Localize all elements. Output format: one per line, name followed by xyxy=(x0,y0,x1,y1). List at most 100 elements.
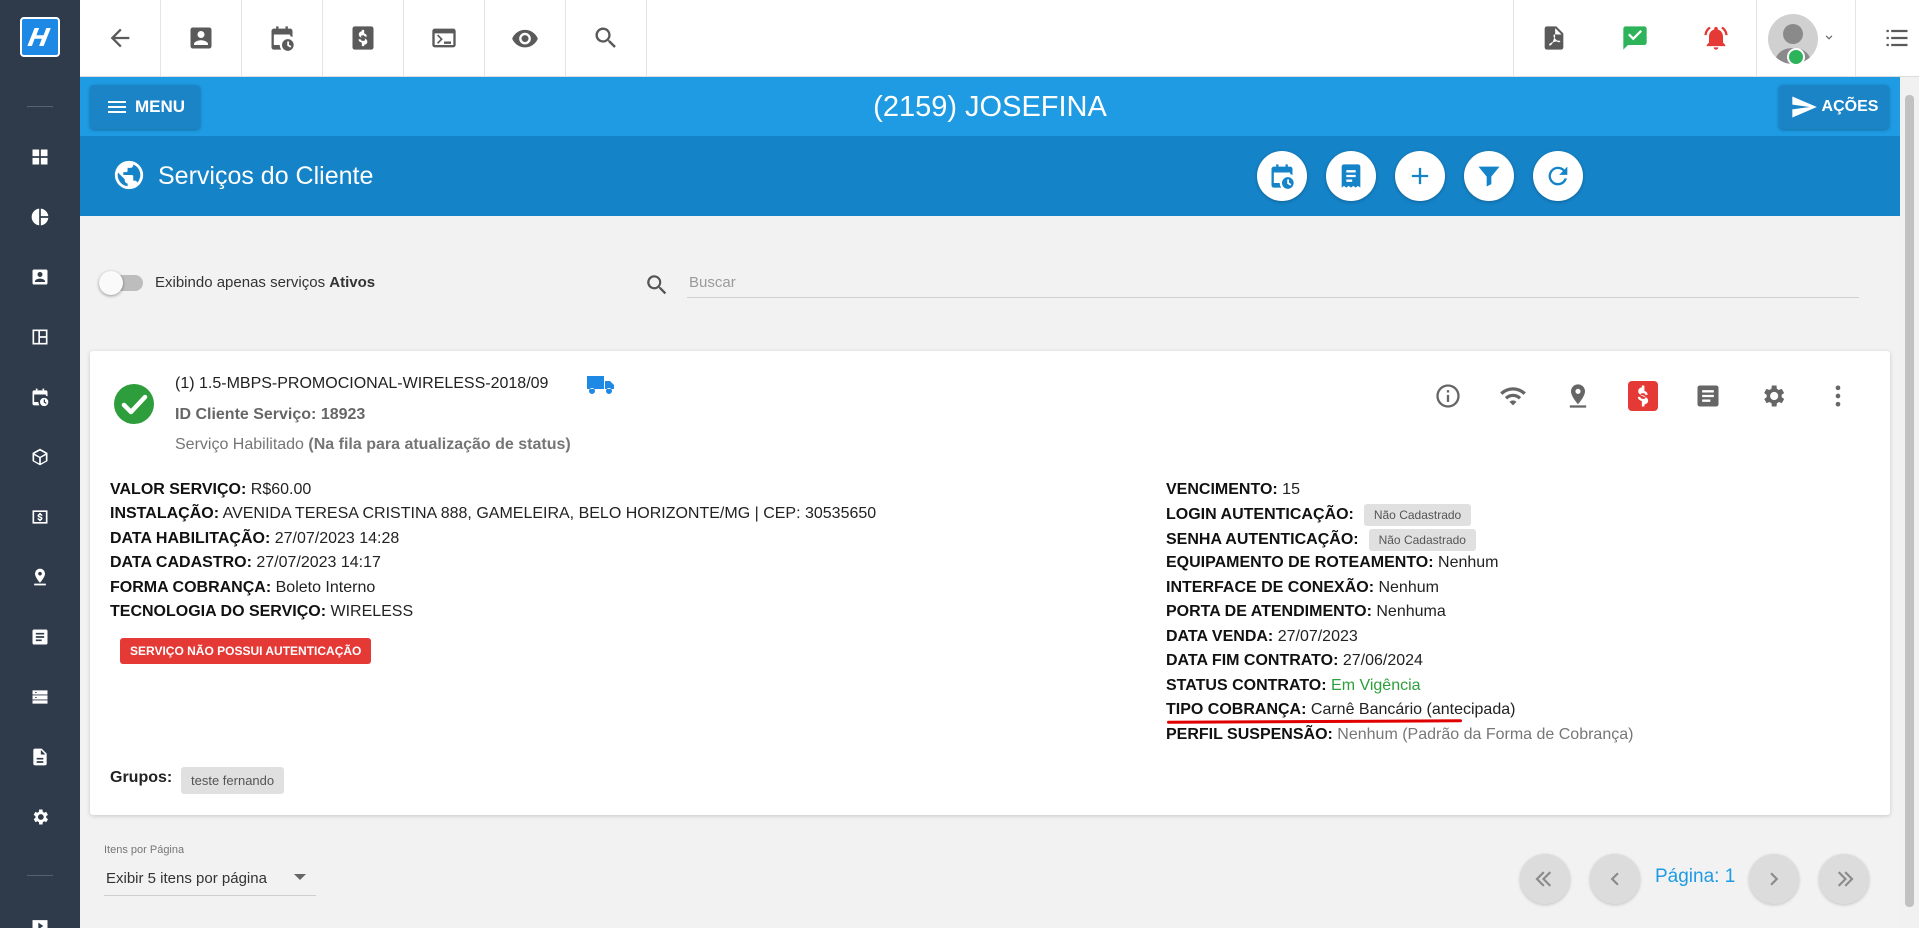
schedule-action-button[interactable] xyxy=(1257,151,1307,201)
wifi-icon xyxy=(1500,387,1526,406)
items-per-page-select[interactable]: Exibir 5 itens por página xyxy=(104,864,316,896)
sidebar-money-icon[interactable] xyxy=(30,507,50,527)
no-authentication-badge: SERVIÇO NÃO POSSUI AUTENTICAÇÃO xyxy=(120,638,372,664)
service-card: (1) 1.5-MBPS-PROMOCIONAL-WIRELESS-2018/0… xyxy=(90,351,1890,815)
sidebar-document-icon[interactable] xyxy=(30,627,50,647)
refresh-button[interactable] xyxy=(1533,151,1583,201)
view-button[interactable] xyxy=(485,0,566,76)
field-vencimento: VENCIMENTO: 15 xyxy=(1166,481,1300,498)
refresh-icon xyxy=(1548,166,1568,186)
location-icon xyxy=(1569,384,1587,408)
toggle-label: Exibindo apenas serviços Ativos xyxy=(155,274,376,291)
sidebar-schedule-icon[interactable] xyxy=(30,387,50,407)
search-input[interactable] xyxy=(687,268,1859,298)
location-button[interactable] xyxy=(1563,381,1593,411)
settings-button[interactable] xyxy=(1758,381,1788,411)
schedule-button[interactable] xyxy=(242,0,323,76)
document-icon xyxy=(1697,385,1719,407)
field-data-cadastro: DATA CADASTRO: 27/07/2023 14:17 xyxy=(110,554,381,571)
chevron-down-icon[interactable] xyxy=(1822,30,1836,44)
first-page-button[interactable] xyxy=(1520,854,1570,904)
not-registered-badge: Não Cadastrado xyxy=(1368,529,1476,551)
gear-icon xyxy=(1764,385,1785,407)
sidebar-video-icon[interactable] xyxy=(30,916,50,928)
pdf-icon xyxy=(1544,26,1564,50)
dollar-icon xyxy=(352,26,374,50)
add-service-button[interactable] xyxy=(1395,151,1445,201)
field-login-autenticacao: LOGIN AUTENTICAÇÃO: Não Cadastrado xyxy=(1166,504,1472,526)
send-icon xyxy=(1791,96,1817,118)
field-data-venda: DATA VENDA: 27/07/2023 xyxy=(1166,628,1358,645)
contact-button[interactable] xyxy=(161,0,242,76)
toggle-knob[interactable] xyxy=(99,271,123,295)
not-registered-badge: Não Cadastrado xyxy=(1363,504,1472,526)
list-icon xyxy=(1886,29,1907,47)
dropdown-caret-icon[interactable] xyxy=(294,874,306,880)
info-button[interactable] xyxy=(1433,381,1463,411)
actions-label: AÇÕES xyxy=(1821,98,1879,115)
vertical-scrollbar[interactable] xyxy=(1900,77,1919,928)
search-icon xyxy=(644,272,670,298)
search-button[interactable] xyxy=(566,0,647,76)
field-equipamento-roteamento: EQUIPAMENTO DE ROTEAMENTO: Nenhum xyxy=(1166,554,1499,571)
back-button[interactable] xyxy=(80,0,161,76)
sidebar-contact-icon[interactable] xyxy=(30,267,50,287)
sidebar-location-icon[interactable] xyxy=(30,567,50,587)
page-title: Serviços do Cliente xyxy=(158,162,374,190)
calendar-clock-icon xyxy=(1271,164,1294,189)
chevron-right-icon xyxy=(1770,872,1779,886)
scrollbar-thumb[interactable] xyxy=(1905,95,1914,907)
field-perfil-suspensao: PERFIL SUSPENSÃO: Nenhum (Padrão da Form… xyxy=(1166,726,1634,743)
service-status: Serviço Habilitado (Na fila para atualiz… xyxy=(175,436,571,453)
group-badge: teste fernando xyxy=(181,767,285,794)
sidebar-server-icon[interactable] xyxy=(30,687,50,707)
previous-page-button[interactable] xyxy=(1590,854,1640,904)
sidebar-board-icon[interactable] xyxy=(30,327,50,347)
groups-label: Grupos: xyxy=(110,769,173,786)
double-chevron-left-icon xyxy=(1535,871,1552,887)
tasks-button[interactable] xyxy=(1594,0,1675,76)
field-instalacao: INSTALAÇÃO: AVENIDA TERESA CRISTINA 888,… xyxy=(110,505,877,522)
contact-icon xyxy=(190,27,212,49)
online-status-dot xyxy=(1787,48,1805,66)
sidebar-dashboard-icon[interactable] xyxy=(30,147,50,167)
filter-icon xyxy=(1478,166,1500,187)
schedule-icon xyxy=(271,26,294,51)
terminal-button[interactable] xyxy=(404,0,485,76)
sidebar-file-icon[interactable] xyxy=(30,747,50,767)
double-chevron-right-icon xyxy=(1837,871,1854,887)
list-menu-button[interactable] xyxy=(1856,0,1919,76)
wifi-button[interactable] xyxy=(1498,381,1528,411)
app-logo[interactable] xyxy=(20,17,60,57)
financial-button[interactable] xyxy=(323,0,404,76)
more-options-button[interactable] xyxy=(1823,381,1853,411)
field-interface-conexao: INTERFACE DE CONEXÃO: Nenhum xyxy=(1166,579,1439,596)
sidebar-box-icon[interactable] xyxy=(30,447,50,467)
client-header: MENU (2159) JOSEFINA AÇÕES xyxy=(80,77,1900,136)
field-data-habilitacao: DATA HABILITAÇÃO: 27/07/2023 14:28 xyxy=(110,530,400,547)
field-tecnologia: TECNOLOGIA DO SERVIÇO: WIRELESS xyxy=(110,603,414,620)
receipt-icon xyxy=(1341,164,1361,188)
field-tipo-cobranca: TIPO COBRANÇA: Carnê Bancário (antecipad… xyxy=(1166,701,1516,718)
terminal-icon xyxy=(432,28,456,48)
field-valor-servico: VALOR SERVIÇO: R$60.00 xyxy=(110,481,312,498)
more-vert-icon xyxy=(1835,385,1841,407)
sidebar-chart-icon[interactable] xyxy=(30,207,50,227)
filter-button[interactable] xyxy=(1464,151,1514,201)
service-name: (1) 1.5-MBPS-PROMOCIONAL-WIRELESS-2018/0… xyxy=(175,375,549,392)
notifications-button[interactable] xyxy=(1675,0,1756,76)
receipt-action-button[interactable] xyxy=(1326,151,1376,201)
pdf-button[interactable] xyxy=(1513,0,1594,76)
services-header: Serviços do Cliente xyxy=(80,136,1900,216)
page-indicator: Página: 1 xyxy=(1655,866,1736,887)
next-page-button[interactable] xyxy=(1749,854,1799,904)
billing-button[interactable] xyxy=(1628,381,1658,411)
notes-button[interactable] xyxy=(1693,381,1723,411)
globe-icon xyxy=(112,158,146,192)
sidebar-settings-icon[interactable] xyxy=(30,807,50,827)
alarm-icon xyxy=(1703,26,1728,50)
client-title: (2159) JOSEFINA xyxy=(873,91,1107,123)
last-page-button[interactable] xyxy=(1819,854,1869,904)
logo-icon xyxy=(27,28,51,46)
actions-button[interactable]: AÇÕES xyxy=(1779,85,1889,129)
